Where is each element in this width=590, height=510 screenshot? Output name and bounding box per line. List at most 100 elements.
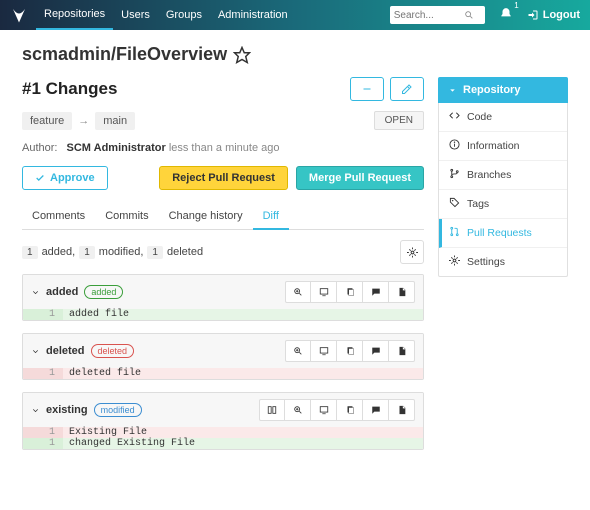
- sidebar-item-settings[interactable]: Settings: [439, 248, 567, 276]
- app-logo-icon: [10, 6, 28, 24]
- modified-label: modified,: [99, 246, 144, 258]
- line-text: changed Existing File: [63, 438, 423, 449]
- nav-repositories[interactable]: Repositories: [36, 0, 113, 30]
- file-action-copy-button[interactable]: [337, 281, 363, 303]
- sidebar-item-information[interactable]: Information: [439, 132, 567, 161]
- search-input[interactable]: [394, 10, 464, 21]
- nav-users[interactable]: Users: [113, 0, 158, 30]
- file-action-screen-button[interactable]: [311, 399, 337, 421]
- file-action-split-button[interactable]: [259, 399, 285, 421]
- notifications-button[interactable]: 1: [499, 7, 513, 24]
- modified-count: 1: [79, 246, 95, 259]
- diff-settings-button[interactable]: [400, 240, 424, 264]
- file-action-file-button[interactable]: [389, 340, 415, 362]
- reject-button[interactable]: Reject Pull Request: [159, 166, 288, 190]
- sidebar-item-branches[interactable]: Branches: [439, 161, 567, 190]
- collapse-button[interactable]: [350, 77, 384, 101]
- author-name: SCM Administrator: [67, 142, 166, 154]
- pr-tabs: Comments Commits Change history Diff: [22, 204, 424, 230]
- nav-administration[interactable]: Administration: [210, 0, 296, 30]
- file-action-comment-button[interactable]: [363, 340, 389, 362]
- pr-icon: [449, 226, 460, 240]
- line-number: 1: [23, 368, 63, 379]
- line-text: Existing File: [63, 427, 423, 438]
- file-name: deleted: [46, 345, 85, 357]
- line-number: 1: [23, 309, 63, 320]
- notif-count: 1: [514, 1, 518, 10]
- sidebar-item-label: Code: [467, 111, 492, 123]
- zoom-icon: [293, 346, 303, 356]
- file-icon: [397, 346, 407, 356]
- logout-label: Logout: [543, 9, 580, 21]
- diff-line: 1added file: [23, 309, 423, 320]
- file-icon: [397, 405, 407, 415]
- copy-icon: [345, 405, 355, 415]
- file-action-comment-button[interactable]: [363, 281, 389, 303]
- file-action-file-button[interactable]: [389, 281, 415, 303]
- diff-line: 1deleted file: [23, 368, 423, 379]
- approve-button[interactable]: Approve: [22, 166, 108, 190]
- nav-groups[interactable]: Groups: [158, 0, 210, 30]
- repo-title-text: scmadmin/FileOverview: [22, 44, 227, 65]
- tab-diff[interactable]: Diff: [253, 204, 289, 230]
- sidebar-item-pull-requests[interactable]: Pull Requests: [439, 219, 567, 248]
- minus-icon: [361, 83, 373, 95]
- comment-icon: [371, 346, 381, 356]
- added-label: added,: [42, 246, 76, 258]
- copy-icon: [345, 287, 355, 297]
- edit-button[interactable]: [390, 77, 424, 101]
- file-action-file-button[interactable]: [389, 399, 415, 421]
- bell-icon: [499, 7, 513, 21]
- line-number: 1: [23, 438, 63, 449]
- sidebar-item-label: Settings: [467, 256, 505, 268]
- author-time: less than a minute ago: [169, 142, 280, 154]
- file-header[interactable]: deleteddeleted: [23, 334, 423, 368]
- file-block: existingmodified1Existing File1changed E…: [22, 392, 424, 450]
- file-name: existing: [46, 404, 88, 416]
- search-box[interactable]: [390, 6, 485, 24]
- arrow-right-icon: →: [78, 115, 89, 127]
- sidebar-item-label: Branches: [467, 169, 511, 181]
- tab-change-history[interactable]: Change history: [159, 204, 253, 229]
- file-header[interactable]: added added: [23, 275, 423, 309]
- file-action-zoom-button[interactable]: [285, 399, 311, 421]
- sidebar-header[interactable]: Repository: [438, 77, 568, 103]
- logout-button[interactable]: Logout: [527, 9, 580, 21]
- file-action-copy-button[interactable]: [337, 340, 363, 362]
- file-name: added: [46, 286, 78, 298]
- file-header[interactable]: existing modified: [23, 393, 423, 427]
- edit-icon: [401, 83, 413, 95]
- code-icon: [449, 110, 460, 124]
- file-action-zoom-button[interactable]: [285, 281, 311, 303]
- sidebar-item-code[interactable]: Code: [439, 103, 567, 132]
- file-action-zoom-button[interactable]: [285, 340, 311, 362]
- tag-icon: [449, 197, 460, 211]
- deleted-count: 1: [147, 246, 163, 259]
- tab-commits[interactable]: Commits: [95, 204, 158, 229]
- merge-button[interactable]: Merge Pull Request: [296, 166, 424, 190]
- chevron-down-icon: [31, 406, 40, 415]
- file-icon: [397, 287, 407, 297]
- chevron-down-icon: [31, 288, 40, 297]
- file-status-pill: modified: [94, 403, 142, 417]
- target-branch: main: [95, 112, 135, 130]
- screen-icon: [319, 405, 329, 415]
- sidebar-item-label: Tags: [467, 198, 489, 210]
- file-action-comment-button[interactable]: [363, 399, 389, 421]
- tab-comments[interactable]: Comments: [22, 204, 95, 229]
- file-action-screen-button[interactable]: [311, 281, 337, 303]
- star-icon[interactable]: [233, 46, 251, 64]
- sidebar-item-tags[interactable]: Tags: [439, 190, 567, 219]
- file-status-pill: added: [84, 285, 123, 299]
- branch-icon: [449, 168, 460, 182]
- file-action-screen-button[interactable]: [311, 340, 337, 362]
- file-action-copy-button[interactable]: [337, 399, 363, 421]
- split-icon: [267, 405, 277, 415]
- chevron-down-icon: [31, 347, 40, 356]
- approve-label: Approve: [50, 172, 95, 184]
- sidebar-header-label: Repository: [463, 84, 520, 96]
- repo-title: scmadmin/FileOverview: [22, 44, 568, 65]
- pr-status: OPEN: [374, 111, 424, 130]
- gear-icon: [449, 255, 460, 269]
- sidebar-item-label: Pull Requests: [467, 227, 532, 239]
